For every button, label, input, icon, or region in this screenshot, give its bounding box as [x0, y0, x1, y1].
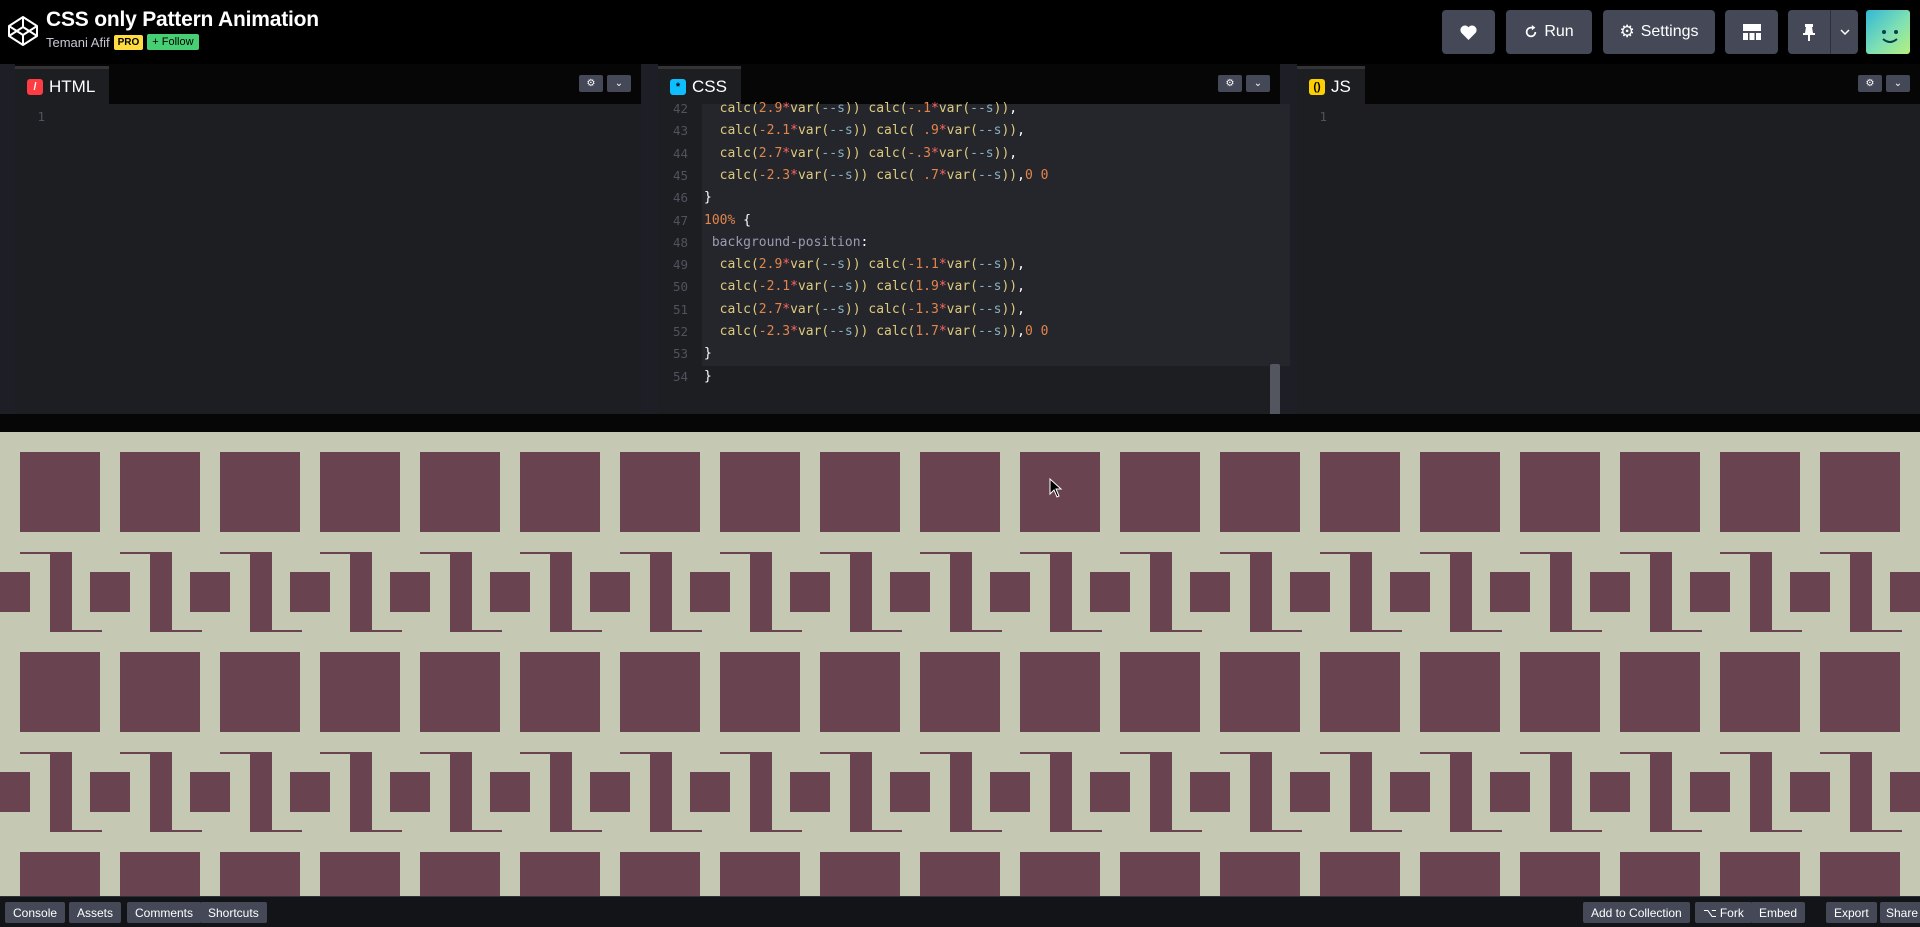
html-editor-header: / HTML ⚙ ⌄ — [15, 64, 641, 104]
code-text: calc(2.7*var(--s)) calc(-1.3*var(--s)), — [719, 301, 1025, 317]
line-number: 49 — [672, 257, 688, 273]
code-text: background-position: — [704, 234, 869, 250]
pin-dropdown-button[interactable] — [1830, 10, 1858, 54]
tab-css-label: CSS — [692, 76, 727, 96]
comments-button[interactable]: Comments — [127, 902, 202, 923]
fork-icon: ⌥ — [1703, 905, 1717, 920]
js-editor-controls: ⚙ ⌄ — [1858, 75, 1910, 92]
line-number: 43 — [672, 123, 688, 139]
line-number: 1 — [1319, 109, 1327, 124]
fork-label: Fork — [1719, 905, 1744, 920]
gear-icon: ⚙ — [1619, 22, 1635, 41]
chevron-down-icon: ⌄ — [1893, 78, 1903, 89]
result-preview[interactable] — [0, 432, 1920, 896]
code-text: calc(2.7*var(--s)) calc(-.3*var(--s)), — [719, 145, 1018, 161]
line-number: 53 — [672, 346, 688, 362]
refresh-icon — [1526, 25, 1537, 38]
pin-button[interactable] — [1788, 10, 1830, 54]
chevron-down-icon: ⌄ — [614, 78, 624, 89]
add-to-collection-button[interactable]: Add to Collection — [1583, 902, 1690, 923]
line-number: 1 — [37, 109, 45, 124]
share-button[interactable]: Share — [1880, 902, 1920, 923]
code-text: } — [704, 368, 712, 384]
html-collapse-button[interactable]: ⌄ — [607, 75, 631, 92]
follow-button[interactable]: + Follow — [147, 34, 199, 50]
html-code[interactable]: 1 — [15, 104, 641, 414]
gear-icon: ⚙ — [1225, 78, 1235, 89]
tab-html-label: HTML — [49, 76, 96, 96]
css-editor[interactable]: * CSS ⚙ ⌄ 42 calc(2.9*var(--s)) calc(-.1… — [658, 64, 1290, 428]
author-name[interactable]: Temani Afif — [46, 35, 110, 50]
pen-title[interactable]: CSS only Pattern Animation — [46, 8, 319, 32]
js-settings-button[interactable]: ⚙ — [1858, 75, 1882, 92]
codepen-logo-icon[interactable] — [7, 15, 39, 47]
code-text: calc(-2.1*var(--s)) calc(1.9*var(--s)), — [719, 279, 1025, 295]
pattern-canvas — [0, 452, 1920, 896]
console-button[interactable]: Console — [5, 902, 66, 923]
embed-button[interactable]: Embed — [1751, 902, 1806, 923]
editors-area: / HTML ⚙ ⌄ 1 * CSS ⚙ ⌄ 42 calc(2.9*var(-… — [0, 64, 1920, 428]
run-button[interactable]: Run — [1506, 10, 1592, 54]
header: CSS only Pattern Animation Temani Afif P… — [0, 0, 1920, 64]
code-text: calc(-2.3*var(--s)) calc(1.7*var(--s)),0… — [719, 324, 1049, 339]
avatar-face-icon — [1882, 30, 1898, 43]
settings-button[interactable]: ⚙ Settings — [1603, 10, 1715, 54]
css-collapse-button[interactable]: ⌄ — [1246, 75, 1270, 92]
tab-js[interactable]: () JS — [1297, 66, 1365, 104]
gear-icon: ⚙ — [1865, 78, 1875, 89]
mouse-cursor-icon — [1049, 478, 1063, 498]
chevron-down-icon: ⌄ — [1253, 78, 1263, 89]
footer-bar: Console Assets Comments Shortcuts Add to… — [0, 896, 1920, 927]
like-button[interactable] — [1442, 10, 1495, 54]
fork-button[interactable]: ⌥ Fork — [1695, 902, 1752, 923]
js-editor[interactable]: () JS ⚙ ⌄ 1 — [1297, 64, 1920, 414]
line-number: 47 — [672, 212, 688, 228]
html-editor-controls: ⚙ ⌄ — [579, 75, 631, 92]
run-label: Run — [1544, 23, 1574, 40]
code-text: 100% { — [704, 212, 751, 228]
pin-icon — [1803, 23, 1815, 41]
line-number: 44 — [672, 145, 688, 161]
settings-label: Settings — [1640, 23, 1699, 40]
shortcuts-button[interactable]: Shortcuts — [200, 902, 267, 923]
editor-resize-handle[interactable] — [0, 414, 1920, 432]
html-settings-button[interactable]: ⚙ — [579, 75, 603, 92]
js-collapse-button[interactable]: ⌄ — [1886, 75, 1910, 92]
code-text: calc(2.9*var(--s)) calc(-.1*var(--s)), — [719, 101, 1018, 116]
line-number: 51 — [672, 301, 688, 317]
gear-icon: ⚙ — [586, 78, 596, 89]
change-view-button[interactable] — [1725, 10, 1778, 54]
css-code[interactable]: 42 calc(2.9*var(--s)) calc(-.1*var(--s))… — [658, 101, 1290, 414]
line-number: 50 — [672, 279, 688, 295]
line-number: 46 — [672, 190, 688, 206]
css-icon: * — [670, 78, 686, 95]
layout-icon — [1742, 24, 1761, 40]
code-text: calc(2.9*var(--s)) calc(-1.1*var(--s)), — [719, 257, 1025, 273]
code-text: } — [704, 346, 712, 362]
export-button[interactable]: Export — [1826, 902, 1877, 923]
js-code[interactable]: 1 — [1297, 104, 1920, 414]
assets-button[interactable]: Assets — [69, 902, 122, 923]
code-text: } — [704, 190, 712, 206]
line-number: 45 — [672, 167, 688, 183]
chevron-down-icon — [1839, 29, 1850, 35]
line-number: 54 — [672, 368, 688, 384]
css-editor-controls: ⚙ ⌄ — [1218, 75, 1270, 92]
html-editor[interactable]: / HTML ⚙ ⌄ 1 — [15, 64, 641, 414]
pro-badge: PRO — [113, 34, 144, 50]
author-row: Temani Afif PRO + Follow — [46, 34, 199, 50]
tab-html[interactable]: / HTML — [15, 66, 110, 104]
js-editor-header: () JS ⚙ ⌄ — [1297, 64, 1920, 104]
heart-icon — [1460, 24, 1477, 40]
html-icon: / — [27, 78, 43, 95]
line-number: 42 — [672, 101, 688, 116]
line-number: 52 — [672, 324, 688, 339]
css-settings-button[interactable]: ⚙ — [1218, 75, 1242, 92]
js-icon: () — [1309, 78, 1325, 95]
code-text: calc(-2.3*var(--s)) calc( .7*var(--s)),0… — [719, 167, 1049, 183]
line-number: 48 — [672, 234, 688, 250]
code-text: calc(-2.1*var(--s)) calc( .9*var(--s)), — [719, 123, 1025, 139]
tab-js-label: JS — [1331, 76, 1351, 96]
user-avatar[interactable] — [1866, 10, 1910, 54]
